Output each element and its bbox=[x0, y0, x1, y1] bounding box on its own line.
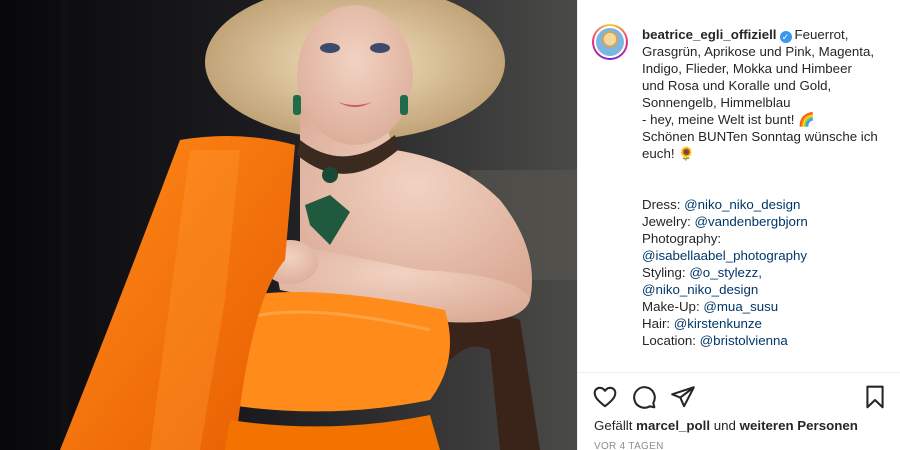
post-caption: beatrice_egli_offiziell ✓ Feuerrot, Grasgr… bbox=[642, 26, 892, 162]
mention-link[interactable]: @niko_niko_design bbox=[642, 282, 758, 297]
credit-row: Make-Up: @mua_susu bbox=[642, 298, 892, 315]
credit-label: Styling: bbox=[642, 265, 690, 280]
post-timestamp[interactable]: VOR 4 TAGEN bbox=[594, 441, 664, 450]
share-icon[interactable] bbox=[670, 384, 696, 410]
likes-middle: und bbox=[713, 418, 736, 433]
verified-badge-icon: ✓ bbox=[779, 31, 792, 43]
credit-row: Jewelry: @vandenbergbjorn bbox=[642, 213, 892, 230]
likes-prefix: Gefällt bbox=[594, 418, 633, 433]
post-photo[interactable] bbox=[0, 0, 577, 450]
liker-username-link[interactable]: marcel_poll bbox=[636, 418, 710, 433]
likes-others-link[interactable]: weiteren Personen bbox=[740, 418, 858, 433]
credit-label: Location: bbox=[642, 333, 700, 348]
credit-label: Photography: bbox=[642, 231, 722, 246]
avatar-image bbox=[594, 26, 626, 58]
credit-label: Jewelry: bbox=[642, 214, 695, 229]
avatar[interactable] bbox=[592, 24, 628, 60]
credit-row: @niko_niko_design bbox=[642, 281, 892, 298]
credit-row: Location: @bristolvienna bbox=[642, 332, 892, 349]
username-link[interactable]: beatrice_egli_offiziell bbox=[642, 27, 777, 42]
mention-link[interactable]: @kirstenkunze bbox=[674, 316, 762, 331]
credit-row: Dress: @niko_niko_design bbox=[642, 196, 892, 213]
credit-row: Photography: bbox=[642, 230, 892, 247]
credit-label: Make-Up: bbox=[642, 299, 704, 314]
mention-link[interactable]: @vandenbergbjorn bbox=[694, 214, 807, 229]
post-side-panel: beatrice_egli_offiziell ✓ Feuerrot, Grasgr… bbox=[577, 0, 900, 450]
caption-area[interactable]: beatrice_egli_offiziell ✓ Feuerrot, Grasgr… bbox=[578, 0, 900, 372]
credit-row: Hair: @kirstenkunze bbox=[642, 315, 892, 332]
mention-link[interactable]: @isabellaabel_photography bbox=[642, 248, 807, 263]
mention-link[interactable]: @niko_niko_design bbox=[684, 197, 800, 212]
mention-link[interactable]: @bristolvienna bbox=[700, 333, 788, 348]
likes-summary: Gefällt marcel_poll und weiteren Persone… bbox=[594, 418, 858, 433]
credit-row: @isabellaabel_photography bbox=[642, 247, 892, 264]
comment-icon[interactable] bbox=[631, 384, 657, 410]
post-actions: Gefällt marcel_poll und weiteren Persone… bbox=[578, 372, 900, 450]
credit-label: Hair: bbox=[642, 316, 674, 331]
credit-label: Dress: bbox=[642, 197, 685, 212]
credits-list: Dress: @niko_niko_design Jewelry: @vande… bbox=[642, 196, 892, 349]
bookmark-icon[interactable] bbox=[862, 384, 888, 410]
credit-row: Styling: @o_stylezz, bbox=[642, 264, 892, 281]
photo-illustration bbox=[0, 0, 577, 450]
mention-link[interactable]: @mua_susu bbox=[703, 299, 778, 314]
caption-text: Feuerrot, Grasgrün, Aprikose und Pink, M… bbox=[642, 27, 878, 161]
heart-icon[interactable] bbox=[592, 384, 618, 410]
mention-link[interactable]: @o_stylezz, bbox=[689, 265, 762, 280]
